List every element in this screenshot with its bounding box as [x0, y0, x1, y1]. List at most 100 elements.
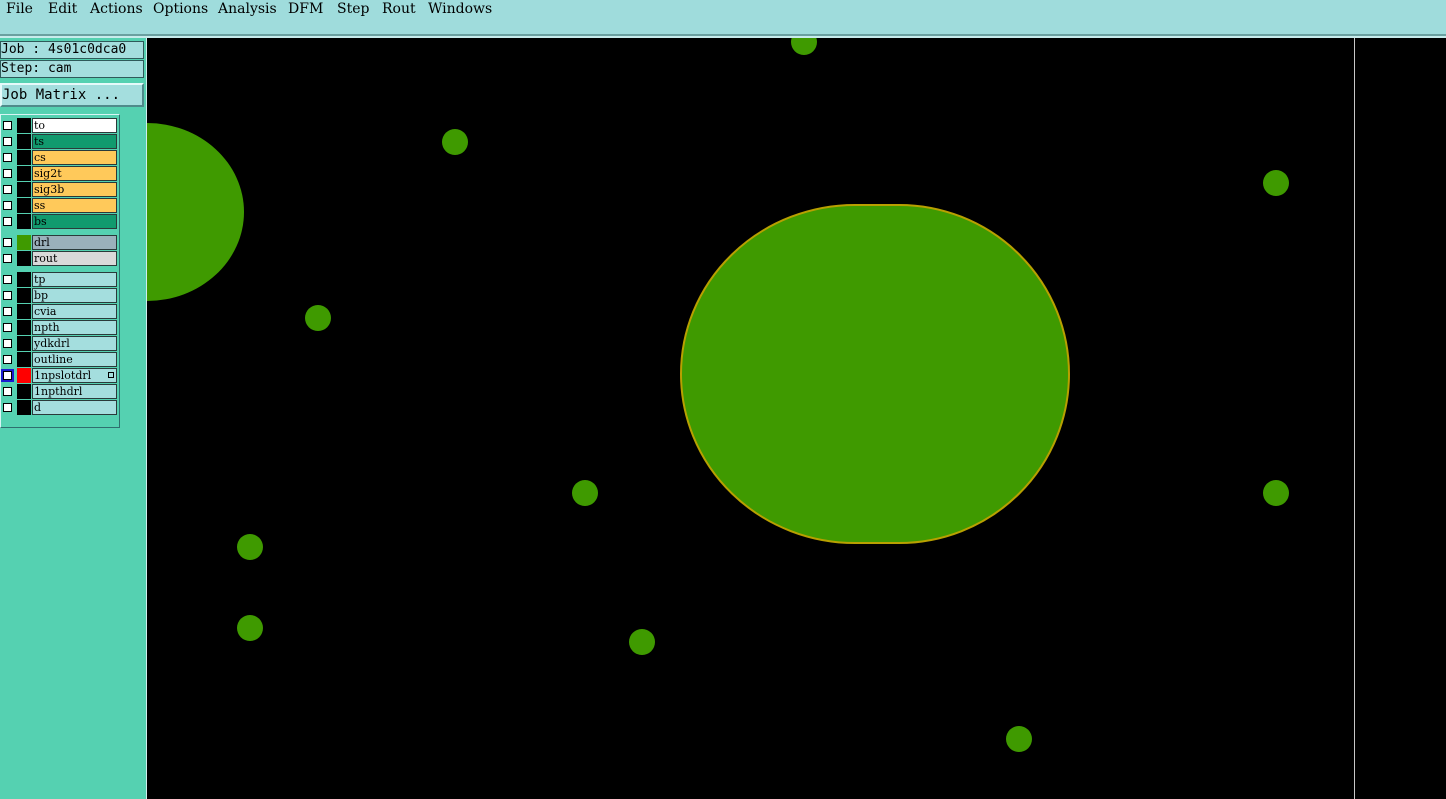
- layer-affected-checkbox[interactable]: [3, 169, 12, 178]
- layer-name-label[interactable]: rout: [32, 251, 117, 266]
- layer-name-label[interactable]: to: [32, 118, 117, 133]
- layer-name-label[interactable]: outline: [32, 352, 117, 367]
- layer-panel: Job : 4s01c0dca0 Step: cam Job Matrix ..…: [0, 38, 148, 799]
- menu-step[interactable]: Step: [337, 1, 369, 17]
- graphics-canvas[interactable]: [147, 38, 1446, 799]
- layer-display-swatch[interactable]: [17, 134, 31, 149]
- layer-affected-checkbox[interactable]: [3, 307, 12, 316]
- job-name-field: Job : 4s01c0dca0: [0, 41, 144, 59]
- layer-affected-checkbox[interactable]: [1, 369, 14, 382]
- layer-display-swatch[interactable]: [17, 166, 31, 181]
- via-pad: [237, 534, 263, 560]
- layer-affected-checkbox[interactable]: [3, 254, 12, 263]
- menu-file[interactable]: File: [6, 1, 33, 17]
- layer-name-label[interactable]: npth: [32, 320, 117, 335]
- layer-display-swatch[interactable]: [17, 150, 31, 165]
- layer-display-swatch[interactable]: [17, 288, 31, 303]
- layer-row-bs[interactable]: bs: [1, 214, 117, 229]
- via-pad: [305, 305, 331, 331]
- step-name-field: Step: cam: [0, 60, 144, 78]
- menu-windows[interactable]: Windows: [428, 1, 492, 17]
- layer-name-label[interactable]: 1npslotdrl: [32, 368, 117, 383]
- menu-dfm[interactable]: DFM: [288, 1, 323, 17]
- layer-affected-checkbox[interactable]: [3, 323, 12, 332]
- layer-row-sig3b[interactable]: sig3b: [1, 182, 117, 197]
- layer-row-ts[interactable]: ts: [1, 134, 117, 149]
- layer-row-1npslotdrl[interactable]: 1npslotdrl: [1, 368, 117, 383]
- layer-row-cs[interactable]: cs: [1, 150, 117, 165]
- layer-row-to[interactable]: to: [1, 118, 117, 133]
- layer-name-label[interactable]: tp: [32, 272, 117, 287]
- menu-bar: File Edit Actions Options Analysis DFM S…: [0, 0, 1446, 36]
- layer-display-swatch[interactable]: [17, 198, 31, 213]
- layer-name-label[interactable]: ydkdrl: [32, 336, 117, 351]
- layer-affected-checkbox[interactable]: [3, 291, 12, 300]
- layer-row-tp[interactable]: tp: [1, 272, 117, 287]
- layer-affected-checkbox[interactable]: [3, 339, 12, 348]
- layer-row-d[interactable]: d: [1, 400, 117, 415]
- layer-display-swatch[interactable]: [17, 182, 31, 197]
- layer-name-label[interactable]: d: [32, 400, 117, 415]
- layer-display-swatch[interactable]: [17, 304, 31, 319]
- layer-name-label[interactable]: ts: [32, 134, 117, 149]
- large-oblong-pad: [680, 204, 1070, 544]
- layer-row-cvia[interactable]: cvia: [1, 304, 117, 319]
- layer-affected-checkbox[interactable]: [3, 217, 12, 226]
- via-pad: [237, 615, 263, 641]
- via-pad: [442, 129, 468, 155]
- layer-display-swatch[interactable]: [17, 251, 31, 266]
- layer-affected-checkbox[interactable]: [3, 275, 12, 284]
- layer-row-ydkdrl[interactable]: ydkdrl: [1, 336, 117, 351]
- via-pad: [572, 480, 598, 506]
- layer-row-rout[interactable]: rout: [1, 251, 117, 266]
- via-pad: [1263, 480, 1289, 506]
- layer-row-drl[interactable]: drl: [1, 235, 117, 250]
- layer-name-label[interactable]: sig3b: [32, 182, 117, 197]
- layer-row-outline[interactable]: outline: [1, 352, 117, 367]
- layer-display-swatch[interactable]: [17, 320, 31, 335]
- layer-affected-checkbox[interactable]: [3, 355, 12, 364]
- layer-name-label[interactable]: bp: [32, 288, 117, 303]
- layer-display-swatch[interactable]: [17, 400, 31, 415]
- menu-analysis[interactable]: Analysis: [218, 1, 277, 17]
- layer-row-1npthdrl[interactable]: 1npthdrl: [1, 384, 117, 399]
- layer-name-label[interactable]: ss: [32, 198, 117, 213]
- layer-affected-checkbox[interactable]: [3, 403, 12, 412]
- layer-affected-checkbox[interactable]: [3, 387, 12, 396]
- layer-display-swatch[interactable]: [17, 336, 31, 351]
- layer-affected-checkbox[interactable]: [3, 137, 12, 146]
- layer-name-label[interactable]: 1npthdrl: [32, 384, 117, 399]
- layer-name-label[interactable]: bs: [32, 214, 117, 229]
- layer-display-swatch[interactable]: [17, 118, 31, 133]
- job-matrix-button[interactable]: Job Matrix ...: [0, 83, 144, 107]
- via-pad: [1006, 726, 1032, 752]
- via-pad: [791, 38, 817, 55]
- layer-row-bp[interactable]: bp: [1, 288, 117, 303]
- menu-options[interactable]: Options: [153, 1, 208, 17]
- layer-affected-checkbox[interactable]: [3, 185, 12, 194]
- layer-affected-checkbox[interactable]: [3, 238, 12, 247]
- layer-display-swatch[interactable]: [17, 214, 31, 229]
- layer-name-label[interactable]: cvia: [32, 304, 117, 319]
- layer-affected-checkbox[interactable]: [3, 121, 12, 130]
- layer-display-swatch[interactable]: [17, 368, 31, 383]
- layer-display-swatch[interactable]: [17, 352, 31, 367]
- layer-row-ss[interactable]: ss: [1, 198, 117, 213]
- layer-display-swatch[interactable]: [17, 384, 31, 399]
- layer-affected-checkbox[interactable]: [3, 153, 12, 162]
- layer-display-swatch[interactable]: [17, 235, 31, 250]
- layer-display-swatch[interactable]: [17, 272, 31, 287]
- layer-name-label[interactable]: drl: [32, 235, 117, 250]
- layer-name-label[interactable]: sig2t: [32, 166, 117, 181]
- via-pad: [1263, 170, 1289, 196]
- menu-rout[interactable]: Rout: [382, 1, 416, 17]
- via-pad: [629, 629, 655, 655]
- layer-row-npth[interactable]: npth: [1, 320, 117, 335]
- work-layer-marker-icon: [108, 372, 114, 378]
- menu-actions[interactable]: Actions: [90, 1, 143, 17]
- board-view: [147, 38, 1289, 752]
- layer-row-sig2t[interactable]: sig2t: [1, 166, 117, 181]
- layer-name-label[interactable]: cs: [32, 150, 117, 165]
- layer-affected-checkbox[interactable]: [3, 201, 12, 210]
- menu-edit[interactable]: Edit: [48, 1, 77, 17]
